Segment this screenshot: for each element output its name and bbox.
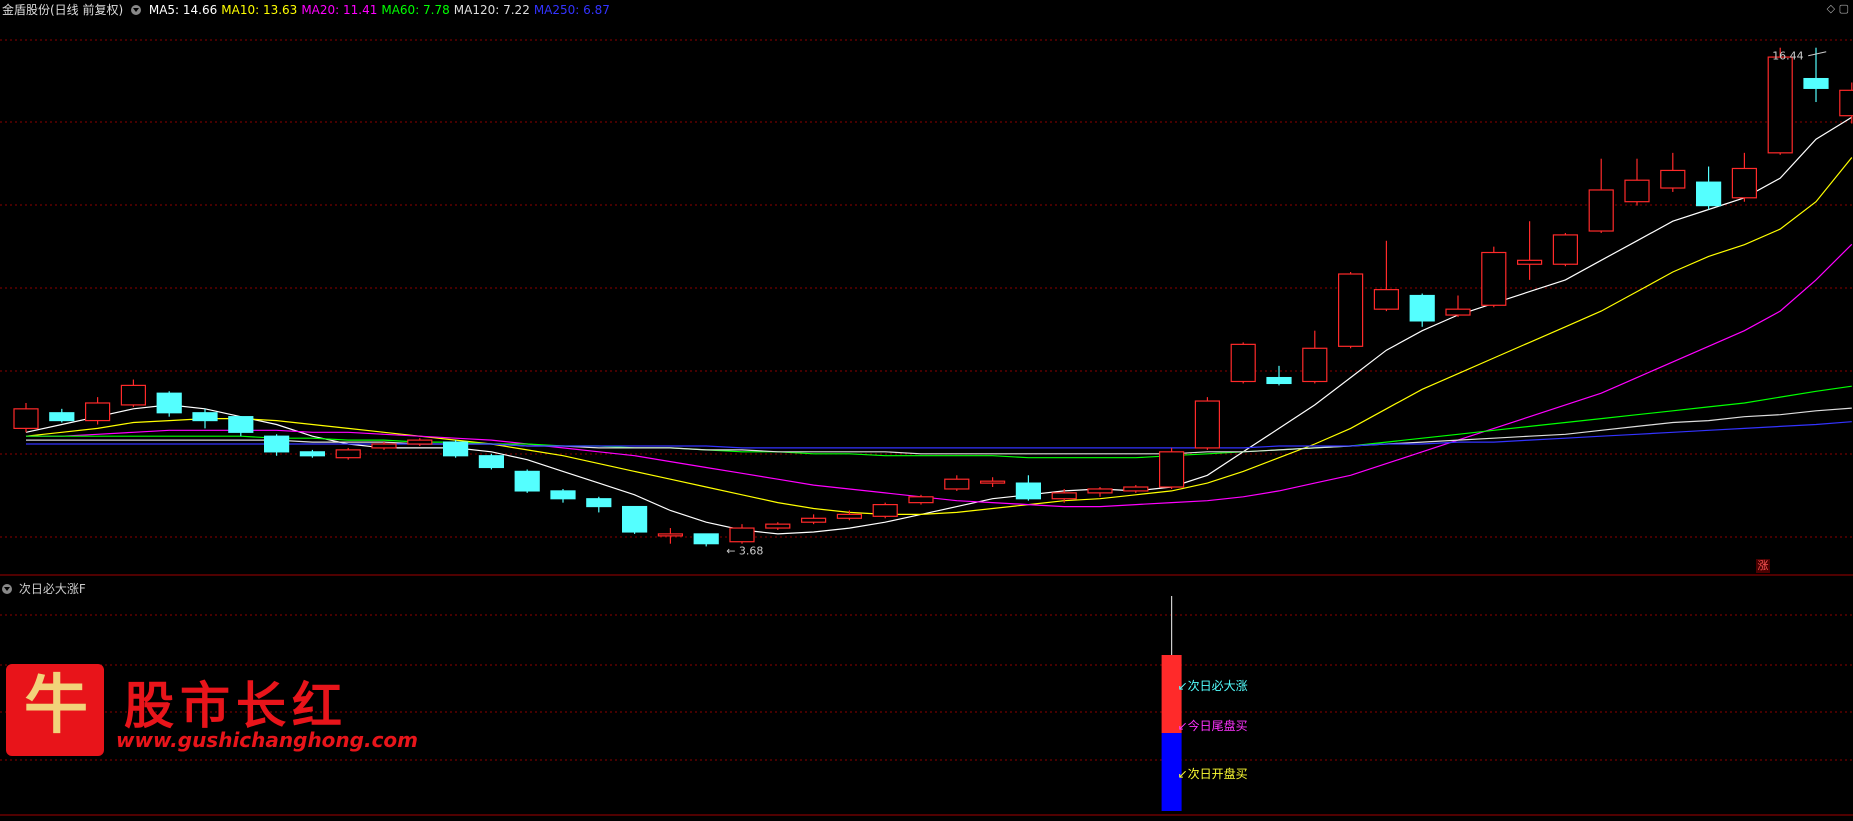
candle-body [1839, 89, 1853, 117]
ma-legend-item: MA250: 6.87 [533, 3, 610, 17]
candle-body [1481, 251, 1507, 306]
candle-body [1087, 488, 1113, 494]
signal-label: ↙今日尾盘买 [1177, 719, 1248, 733]
candle-body [1409, 294, 1435, 322]
candle-body [1660, 169, 1686, 189]
candle-body [1123, 486, 1149, 492]
window-icon[interactable]: ▢ [1839, 2, 1849, 15]
candle-body [514, 470, 540, 492]
candle-body [1695, 181, 1722, 207]
candle-body [13, 408, 39, 429]
indicator-header: 次日必大涨F [2, 580, 86, 597]
zhang-badge: 涨 [1756, 559, 1770, 573]
ma-line-ma120 [26, 407, 1852, 455]
candle-body [1337, 273, 1364, 347]
ma-line-ma20 [26, 243, 1853, 508]
diamond-icon[interactable]: ◇ [1827, 2, 1835, 15]
signal-label: ↙次日开盘买 [1177, 767, 1248, 781]
dropdown-icon[interactable] [131, 5, 142, 15]
ma-legend-item: MA120: 7.22 [453, 3, 530, 17]
candle-body [264, 435, 290, 453]
signal-label: ↙次日必大涨 [1177, 679, 1248, 693]
ma-line-ma10 [25, 157, 1853, 516]
candle-body [192, 412, 218, 422]
candle-body [908, 496, 934, 504]
candle-body [1230, 343, 1256, 383]
candle-body [944, 478, 970, 490]
ma-legend: MA5: 14.66 MA10: 13.63 MA20: 11.41 MA60: 7.… [149, 3, 614, 17]
candle-body [800, 517, 827, 523]
ma-line-ma250 [26, 421, 1852, 449]
candle-body [407, 439, 433, 445]
candle-body [872, 504, 898, 517]
candle-body [84, 402, 111, 422]
candle-body [1373, 289, 1400, 310]
candle-body [1051, 492, 1077, 500]
high-arrow [1808, 51, 1827, 57]
brand-url: www.gushichanghong.com [116, 728, 419, 752]
candle-body [979, 480, 1006, 484]
candle-body [1767, 56, 1793, 154]
candle-body [1194, 400, 1221, 449]
ma-line-ma5 [25, 116, 1853, 535]
candle-body [621, 505, 648, 533]
candle-body [1015, 482, 1042, 500]
candle-body [657, 533, 684, 537]
indicator-title: 次日必大涨F [18, 582, 86, 596]
candle-body [1552, 234, 1579, 265]
candle-body [120, 384, 147, 406]
ma-legend-item: MA60: 7.78 [381, 3, 450, 17]
candle-body [693, 533, 719, 545]
chart-header: 金盾股份(日线 前复权) MA5: 14.66 MA10: 13.63 MA20: … [2, 1, 618, 18]
candle-body [765, 523, 791, 529]
candle-body [1516, 259, 1543, 265]
candle-body [49, 412, 75, 422]
candle-body [550, 490, 576, 500]
candle-body [228, 416, 254, 433]
candle-body [335, 449, 361, 459]
candle-body [1158, 451, 1185, 488]
candle-body [156, 392, 182, 414]
candle-body [371, 443, 397, 449]
candle-body [478, 455, 504, 469]
ma-legend-item: MA20: 11.41 [301, 3, 378, 17]
bull-glyph: 牛 [24, 668, 88, 743]
corner-icons: ◇ ▢ [1827, 2, 1849, 15]
candle-body [1624, 179, 1650, 203]
stock-title: 金盾股份(日线 前复权) [2, 3, 124, 17]
candle-body [1266, 376, 1292, 385]
candle-body [1588, 189, 1614, 232]
indicator-dropdown-icon[interactable] [2, 584, 12, 594]
low-price-label: ← 3.68 [726, 544, 763, 557]
candle-body [299, 451, 325, 457]
ma-legend-item: MA10: 13.63 [221, 3, 298, 17]
candle-body [1445, 308, 1471, 316]
high-price-label: 16.44 [1772, 50, 1804, 63]
candle-body [836, 513, 863, 519]
candle-body [443, 441, 469, 457]
candle-body [1302, 347, 1328, 383]
brand-watermark: 牛 股市长红 www.gushichanghong.com [6, 652, 418, 762]
candle-body [1803, 77, 1829, 89]
candle-body [1731, 167, 1758, 199]
ma-line-ma60 [26, 385, 1852, 459]
candle-body [586, 498, 612, 508]
candle-body [729, 527, 755, 543]
ma-legend-item: MA5: 14.66 [148, 3, 218, 17]
